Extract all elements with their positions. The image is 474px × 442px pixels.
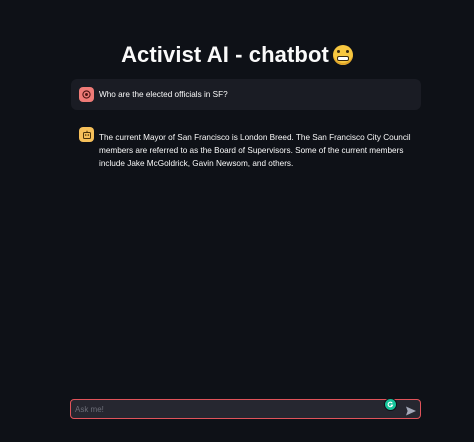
- user-face-icon: [79, 87, 94, 102]
- page-title-text: Activist AI - chatbot: [121, 42, 329, 67]
- chat-input[interactable]: [75, 400, 375, 418]
- assistant-message-text: The current Mayor of San Francisco is Lo…: [99, 133, 411, 168]
- user-message-text: Who are the elected officials in SF?: [99, 90, 228, 99]
- assistant-message: The current Mayor of San Francisco is Lo…: [71, 119, 421, 178]
- user-message: Who are the elected officials in SF?: [71, 79, 421, 110]
- chat-input-box[interactable]: [70, 398, 421, 419]
- page-title: Activist AI - chatbot: [0, 42, 474, 68]
- send-button[interactable]: [405, 404, 417, 416]
- robot-face-icon: [79, 127, 94, 142]
- grimacing-face-icon: [332, 45, 353, 65]
- send-icon: [406, 406, 416, 416]
- grammarly-icon[interactable]: [384, 398, 397, 411]
